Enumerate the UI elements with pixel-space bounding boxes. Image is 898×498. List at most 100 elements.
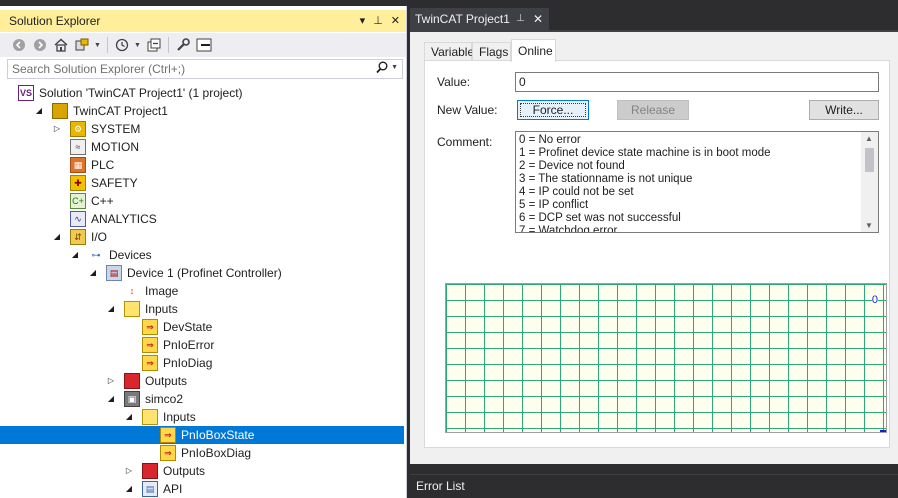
tree-item-motion[interactable]: ≈ MOTION <box>0 138 404 156</box>
collapse-arrow-icon[interactable]: ◢ <box>88 264 98 282</box>
tree-item-simco2[interactable]: ◢ ▣ simco2 <box>0 390 404 408</box>
api-icon: ▤ <box>142 481 158 497</box>
tree-item-label: Image <box>145 284 179 298</box>
home-icon[interactable] <box>52 36 70 54</box>
comment-scrollbar[interactable]: ▲ ▼ <box>861 132 878 232</box>
collapse-arrow-icon[interactable]: ◢ <box>124 408 134 426</box>
graph-value-label: 0 <box>871 294 878 306</box>
back-icon[interactable] <box>10 36 28 54</box>
force-button[interactable]: Force... <box>517 100 589 120</box>
tree-item-label: PnIoDiag <box>163 356 213 370</box>
document-tab-title: TwinCAT Project1 <box>415 12 510 26</box>
collapse-arrow-icon[interactable]: ◢ <box>106 300 116 318</box>
inputs-folder-icon <box>124 301 140 317</box>
tree-item-label: Outputs <box>145 374 188 388</box>
tree-item-safety[interactable]: ✚ SAFETY <box>0 174 404 192</box>
cpp-icon: C+ <box>70 193 86 209</box>
collapse-arrow-icon[interactable]: ◢ <box>34 102 44 120</box>
tab-online[interactable]: Online <box>511 39 556 62</box>
tab-flags[interactable]: Flags <box>472 42 511 61</box>
history-dropdown-icon[interactable]: ▼ <box>134 42 142 49</box>
tree-item-twincat-project1[interactable]: ◢ TwinCAT Project1 <box>0 102 404 120</box>
comment-line: 2 = Device not found <box>519 160 625 172</box>
preview-icon[interactable] <box>195 36 213 54</box>
tree-item-label: TwinCAT Project1 <box>73 104 168 118</box>
tree-item-api[interactable]: ◢ ▤ API <box>0 480 404 498</box>
tree-item-devices[interactable]: ◢ ⊶ Devices <box>0 246 404 264</box>
tree-item-label: Solution 'TwinCAT Project1' (1 project) <box>39 86 243 100</box>
tab-variable[interactable]: Variable <box>424 42 474 61</box>
properties-icon[interactable] <box>174 36 192 54</box>
tree-item-outputs[interactable]: ▷ Outputs <box>0 372 404 390</box>
toolbar-separator <box>168 37 169 53</box>
tree-item-label: I/O <box>91 230 108 244</box>
scrollbar-thumb[interactable] <box>865 148 874 172</box>
document-tab-strip: TwinCAT Project1 ⊥ ✕ <box>410 8 898 30</box>
auto-hide-pin-icon[interactable]: ⊥ <box>373 10 383 32</box>
input-variable-icon: ⇒ <box>160 445 176 461</box>
collapse-arrow-icon[interactable]: ◢ <box>70 246 80 264</box>
switch-views-icon[interactable] <box>73 36 91 54</box>
device-icon: ▤ <box>106 265 122 281</box>
tree-item-i-o[interactable]: ◢ ⇵ I/O <box>0 228 404 246</box>
input-variable-icon: ⇒ <box>142 319 158 335</box>
tree-item-analytics[interactable]: ∿ ANALYTICS <box>0 210 404 228</box>
error-list-panel[interactable]: Error List <box>410 474 898 498</box>
tree-item-pnioboxdiag[interactable]: ⇒ PnIoBoxDiag <box>0 444 404 462</box>
search-icon[interactable] <box>376 61 388 77</box>
value-field[interactable]: 0 <box>515 72 879 92</box>
search-options-dropdown-icon[interactable]: ▼ <box>391 64 398 71</box>
tree-item-device-1-profinet-controller[interactable]: ◢ ▤ Device 1 (Profinet Controller) <box>0 264 404 282</box>
forward-icon[interactable] <box>31 36 49 54</box>
history-icon[interactable] <box>113 36 131 54</box>
search-input[interactable] <box>8 60 372 78</box>
tree-item-label: PnIoBoxDiag <box>181 446 252 460</box>
expand-arrow-icon[interactable]: ▷ <box>106 372 116 390</box>
document-tab-twincat-project1[interactable]: TwinCAT Project1 ⊥ ✕ <box>410 8 549 30</box>
comment-textarea[interactable]: 0 = No error 1 = Profinet device state ma… <box>515 131 879 233</box>
expand-arrow-icon[interactable]: ▷ <box>52 120 62 138</box>
collapse-all-icon[interactable] <box>145 36 163 54</box>
tree-item-solution-twincat-project1-1-project[interactable]: VS Solution 'TwinCAT Project1' (1 project… <box>0 84 404 102</box>
scroll-up-icon[interactable]: ▲ <box>865 134 873 143</box>
tree-item-image[interactable]: ↕ Image <box>0 282 404 300</box>
tree-item-c[interactable]: C+ C++ <box>0 192 404 210</box>
collapse-arrow-icon[interactable]: ◢ <box>124 480 134 498</box>
tree-item-pnioboxstate[interactable]: ⇒ PnIoBoxState <box>0 426 404 444</box>
solution-explorer-title-bar: Solution Explorer ▾ ⊥ ✕ <box>0 10 406 32</box>
tree-item-label: SAFETY <box>91 176 138 190</box>
release-button[interactable]: Release <box>617 100 689 120</box>
tree-item-outputs[interactable]: ▷ Outputs <box>0 462 404 480</box>
tree-item-label: SYSTEM <box>91 122 141 136</box>
comment-line: 1 = Profinet device state machine is in … <box>519 147 771 159</box>
pin-tab-icon[interactable]: ⊥ <box>516 8 525 30</box>
window-position-dropdown-icon[interactable]: ▾ <box>360 10 366 32</box>
devices-icon: ⊶ <box>91 249 101 260</box>
tree-item-inputs[interactable]: ◢ Inputs <box>0 408 404 426</box>
collapse-arrow-icon[interactable]: ◢ <box>106 390 116 408</box>
tree-item-pniodiag[interactable]: ⇒ PnIoDiag <box>0 354 404 372</box>
tree-item-label: PnIoError <box>163 338 215 352</box>
close-tab-icon[interactable]: ✕ <box>533 8 543 30</box>
tree-item-system[interactable]: ▷ ⚙ SYSTEM <box>0 120 404 138</box>
solution-icon: VS <box>18 85 34 101</box>
collapse-arrow-icon[interactable]: ◢ <box>52 228 62 246</box>
panel-splitter[interactable] <box>410 464 898 474</box>
tree-item-pnioerror[interactable]: ⇒ PnIoError <box>0 336 404 354</box>
tree-item-label: API <box>163 482 183 496</box>
write-button[interactable]: Write... <box>809 100 879 120</box>
tree-item-plc[interactable]: ▦ PLC <box>0 156 404 174</box>
expand-arrow-icon[interactable]: ▷ <box>124 462 134 480</box>
switch-views-dropdown-icon[interactable]: ▼ <box>94 42 102 49</box>
scroll-down-icon[interactable]: ▼ <box>865 221 873 230</box>
tree-item-label: Devices <box>109 248 152 262</box>
tree-item-devstate[interactable]: ⇒ DevState <box>0 318 404 336</box>
tree-item-label: ANALYTICS <box>91 212 157 226</box>
input-variable-icon: ⇒ <box>142 355 158 371</box>
close-icon[interactable]: ✕ <box>391 10 400 32</box>
tree-item-inputs[interactable]: ◢ Inputs <box>0 300 404 318</box>
